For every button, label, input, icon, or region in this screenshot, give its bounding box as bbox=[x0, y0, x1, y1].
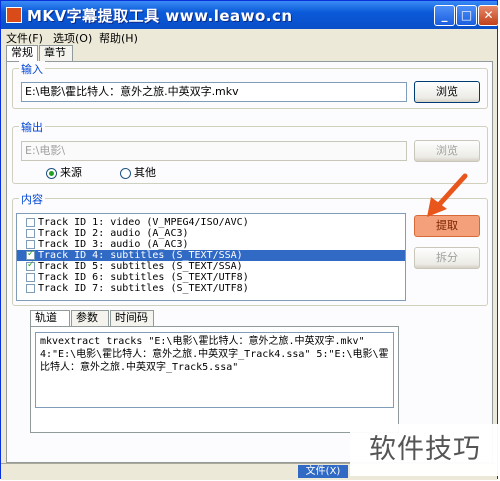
minimize-button[interactable]: _ bbox=[434, 5, 455, 26]
track-checkbox[interactable] bbox=[26, 283, 35, 293]
track-item[interactable]: Track ID 1: video (V_MPEG4/ISO/AVC) bbox=[17, 217, 405, 228]
output-path-field[interactable]: E:\电影\ bbox=[21, 141, 407, 161]
track-label: Track ID 1: video (V_MPEG4/ISO/AVC) bbox=[38, 217, 249, 228]
menu-options[interactable]: 选项(O) bbox=[53, 30, 92, 46]
track-checkbox[interactable] bbox=[26, 272, 35, 282]
tab-chapters[interactable]: 章节 bbox=[39, 45, 73, 61]
radio-other-label: 其他 bbox=[134, 166, 156, 179]
tab-general[interactable]: 常规 bbox=[6, 45, 38, 62]
menu-bar: 文件(F) 选项(O) 帮助(H) bbox=[1, 29, 497, 45]
track-label: Track ID 5: subtitles (S_TEXT/SSA) bbox=[38, 261, 243, 272]
menu-help[interactable]: 帮助(H) bbox=[99, 30, 138, 46]
command-textbox[interactable]: mkvextract tracks "E:\电影\霍比特人：意外之旅.中英双字.… bbox=[35, 332, 394, 408]
track-checkbox-checked[interactable] bbox=[26, 249, 35, 260]
arrow-annotation-icon bbox=[427, 173, 468, 217]
track-label: Track ID 6: subtitles (S_TEXT/UTF8) bbox=[38, 272, 249, 283]
track-item[interactable]: Track ID 6: subtitles (S_TEXT/UTF8) bbox=[17, 272, 405, 283]
title-bar[interactable]: MKV字幕提取工具 www.leawo.cn _ □ ✕ bbox=[1, 1, 499, 29]
output-browse-button[interactable]: 浏览 bbox=[414, 140, 480, 162]
track-item[interactable]: Track ID 7: subtitles (S_TEXT/UTF8) bbox=[17, 283, 405, 294]
track-checkbox-checked[interactable] bbox=[26, 260, 35, 271]
track-list[interactable]: Track ID 1: video (V_MPEG4/ISO/AVC) Trac… bbox=[16, 213, 406, 301]
tab-parameters[interactable]: 参数 bbox=[71, 310, 109, 326]
tab-timecodes[interactable]: 时间码 bbox=[110, 310, 154, 326]
track-item[interactable]: Track ID 2: audio (A_AC3) bbox=[17, 228, 405, 239]
app-icon bbox=[6, 7, 22, 23]
close-button[interactable]: ✕ bbox=[478, 5, 499, 26]
tab-tracks[interactable]: 轨道 bbox=[30, 310, 70, 327]
status-pane-file: 文件(X) bbox=[298, 465, 348, 478]
output-group-title: 输出 bbox=[19, 119, 45, 135]
extract-button[interactable]: 提取 bbox=[414, 215, 480, 237]
window-title: MKV字幕提取工具 www.leawo.cn bbox=[27, 7, 293, 25]
track-checkbox[interactable] bbox=[26, 228, 35, 238]
radio-other[interactable]: 其他 bbox=[120, 166, 156, 180]
track-label: Track ID 7: subtitles (S_TEXT/UTF8) bbox=[38, 283, 249, 294]
track-label: Track ID 2: audio (A_AC3) bbox=[38, 228, 189, 239]
track-label: Track ID 4: subtitles (S_TEXT/SSA) bbox=[38, 250, 243, 261]
track-item-selected[interactable]: Track ID 4: subtitles (S_TEXT/SSA) bbox=[17, 249, 405, 261]
track-checkbox[interactable] bbox=[26, 217, 35, 227]
split-button[interactable]: 拆分 bbox=[414, 247, 480, 269]
main-window: MKV字幕提取工具 www.leawo.cn _ □ ✕ 文件(F) 选项(O)… bbox=[0, 0, 499, 480]
maximize-button[interactable]: □ bbox=[456, 5, 477, 26]
radio-other-indicator bbox=[120, 167, 131, 179]
input-browse-button[interactable]: 浏览 bbox=[414, 81, 480, 103]
track-label: Track ID 3: audio (A_AC3) bbox=[38, 239, 189, 250]
tracks-tab-panel: mkvextract tracks "E:\电影\霍比特人：意外之旅.中英双字.… bbox=[30, 326, 399, 433]
output-radio-group: 来源 其他 bbox=[46, 166, 196, 180]
content-group-title: 内容 bbox=[19, 191, 45, 207]
radio-source-label: 来源 bbox=[60, 166, 82, 179]
input-path-field[interactable]: E:\电影\霍比特人：意外之旅.中英双字.mkv bbox=[21, 82, 407, 102]
radio-source-indicator bbox=[46, 167, 57, 179]
input-group-title: 输入 bbox=[19, 61, 45, 77]
track-item[interactable]: Track ID 5: subtitles (S_TEXT/SSA) bbox=[17, 260, 405, 272]
track-checkbox[interactable] bbox=[26, 239, 35, 249]
radio-source[interactable]: 来源 bbox=[46, 166, 82, 180]
track-item[interactable]: Track ID 3: audio (A_AC3) bbox=[17, 239, 405, 250]
watermark: 软件技巧 bbox=[350, 424, 500, 476]
menu-file[interactable]: 文件(F) bbox=[6, 30, 43, 46]
